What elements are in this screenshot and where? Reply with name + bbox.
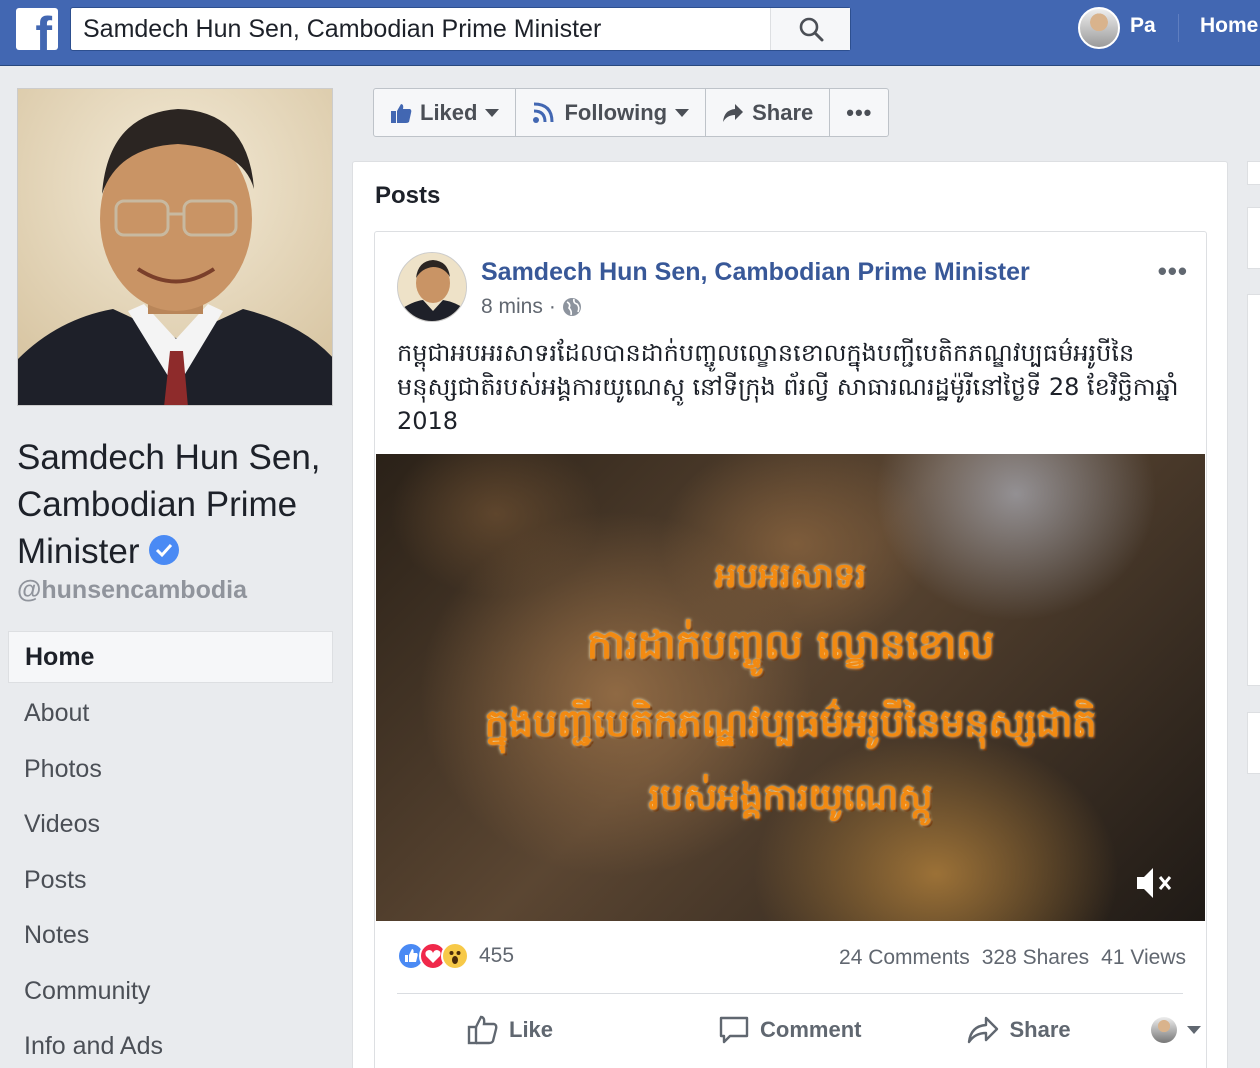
page-action-bar: Liked Following Share •••: [373, 88, 890, 137]
thumbs-up-icon: [391, 103, 412, 123]
nav-item-home[interactable]: Home: [8, 631, 333, 683]
video-caption-line-3: ក្នុងបញ្ជីបេតិកភណ្ឌវប្បធម៌អរូបីនៃមនុស្សជ…: [484, 701, 1097, 745]
video-caption-line-2: ការដាក់បញ្ចូល ល្ខោនខោល: [586, 622, 995, 668]
page-name: Samdech Hun Sen, Cambodian Prime Ministe…: [17, 434, 337, 575]
following-label: Following: [564, 99, 668, 125]
share-page-button[interactable]: Share: [706, 89, 831, 136]
user-avatar[interactable]: [1078, 7, 1120, 49]
post-card: Samdech Hun Sen, Cambodian Prime Ministe…: [374, 231, 1207, 1068]
meta-separator: ·: [548, 295, 556, 318]
chevron-down-icon: [675, 108, 690, 117]
page-handle[interactable]: @hunsencambodia: [17, 576, 247, 605]
post-author-link[interactable]: Samdech Hun Sen, Cambodian Prime Ministe…: [481, 258, 1030, 287]
shares-count-link[interactable]: 328 Shares: [982, 946, 1089, 970]
nav-item-notes[interactable]: Notes: [8, 908, 333, 964]
post-author-avatar[interactable]: [397, 252, 467, 322]
chevron-down-icon: [485, 108, 500, 117]
right-panel-stub: [1247, 161, 1260, 185]
share-outline-icon: [968, 1016, 999, 1043]
reaction-summary[interactable]: 455: [397, 942, 514, 970]
right-panel-stub: [1247, 294, 1260, 686]
post-options-button[interactable]: •••: [1158, 256, 1188, 287]
post-video[interactable]: អបអរសាទរ ការដាក់បញ្ចូល ល្ខោនខោល ក្នុងបញ្…: [376, 454, 1205, 921]
post-divider: [397, 993, 1183, 994]
right-panel-stub: [1247, 207, 1260, 269]
following-button[interactable]: Following: [516, 89, 707, 136]
rss-icon: [533, 102, 554, 123]
nav-item-community[interactable]: Community: [8, 964, 333, 1020]
right-panel-stub: [1247, 712, 1260, 774]
portrait-image: [18, 89, 332, 405]
video-caption-line-1: អបអរសាទរ: [714, 556, 867, 596]
post-stats: 24 Comments 328 Shares 41 Views: [839, 946, 1186, 970]
nav-item-videos[interactable]: Videos: [8, 797, 333, 853]
post-action-bar: Like Comment Share: [397, 1002, 1201, 1057]
viewer-avatar: [1150, 1016, 1177, 1043]
chevron-down-icon: [1186, 1025, 1201, 1034]
nav-divider: [1178, 14, 1179, 42]
page-nav: Home About Photos Videos Posts Notes Com…: [8, 631, 333, 1068]
like-label: Like: [509, 1016, 554, 1042]
search-icon: [799, 17, 823, 42]
share-post-button[interactable]: Share: [967, 1015, 1071, 1045]
profile-photo[interactable]: [17, 88, 333, 406]
nav-item-posts[interactable]: Posts: [8, 853, 333, 909]
left-column: Samdech Hun Sen, Cambodian Prime Ministe…: [0, 66, 352, 1068]
views-count: 41 Views: [1101, 946, 1186, 969]
comments-count-link[interactable]: 24 Comments: [839, 946, 970, 970]
share-post-label: Share: [1009, 1016, 1071, 1042]
post-text: កម្ពុជាអបអរសាទរដែលបានដាក់បញ្ចូលល្ខោនខោលក…: [397, 339, 1179, 435]
search-input[interactable]: [71, 8, 769, 50]
like-button[interactable]: Like: [467, 1014, 553, 1046]
facebook-logo-icon[interactable]: f: [16, 8, 58, 50]
post-as-selector[interactable]: [1150, 1016, 1201, 1043]
video-caption-line-4: របស់អង្គការយូណេស្កូ: [648, 777, 933, 818]
liked-label: Liked: [420, 99, 478, 125]
share-arrow-icon: [723, 103, 744, 122]
comment-bubble-icon: [719, 1016, 749, 1043]
nav-item-about[interactable]: About: [8, 686, 333, 742]
comment-button[interactable]: Comment: [718, 1014, 861, 1046]
home-link[interactable]: Home: [1200, 14, 1258, 38]
post-meta: 8 mins ·: [481, 295, 582, 319]
top-navigation-bar: f Pa Home: [0, 0, 1260, 66]
comment-label: Comment: [760, 1016, 862, 1042]
wow-reaction-icon: [441, 942, 469, 970]
search-box: [70, 7, 851, 51]
posts-section: Posts Samdech Hun Sen, Cambodian Prime M…: [352, 161, 1228, 1068]
posts-heading: Posts: [375, 182, 441, 209]
nav-item-photos[interactable]: Photos: [8, 742, 333, 798]
search-button[interactable]: [770, 8, 850, 50]
more-dots-icon: •••: [846, 99, 873, 125]
user-name-link[interactable]: Pa: [1130, 14, 1156, 38]
mute-icon[interactable]: [1135, 865, 1175, 901]
liked-button[interactable]: Liked: [374, 89, 517, 136]
nav-item-info-and-ads[interactable]: Info and Ads: [8, 1019, 333, 1068]
thumbs-up-outline-icon: [467, 1015, 498, 1044]
globe-icon: [562, 298, 581, 316]
reaction-count: 455: [479, 944, 515, 967]
share-label: Share: [752, 99, 814, 125]
post-timestamp[interactable]: 8 mins: [481, 295, 543, 319]
verified-badge-icon: [149, 535, 180, 565]
more-options-button[interactable]: •••: [830, 89, 888, 136]
